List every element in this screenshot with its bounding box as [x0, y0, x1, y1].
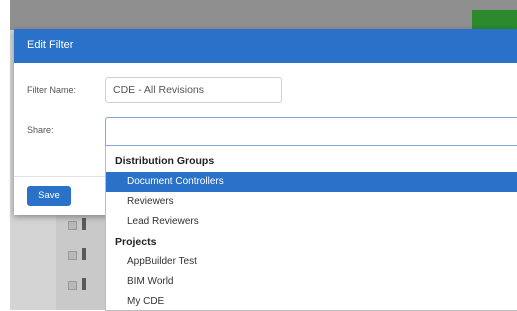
checkbox-icon	[68, 281, 77, 290]
option-label: My CDE	[127, 296, 165, 307]
modal-title: Edit Filter	[27, 39, 74, 51]
group-label-projects: Projects	[115, 236, 157, 248]
filter-name-label: Filter Name:	[27, 85, 77, 95]
share-label: Share:	[27, 125, 54, 135]
option-label: AppBuilder Test	[127, 256, 197, 267]
checkbox-icon	[68, 251, 77, 260]
option-bim-world[interactable]: BIM World	[106, 272, 517, 292]
flag-icon	[82, 248, 86, 260]
checkbox-icon	[68, 221, 77, 230]
modal-header: Edit Filter	[14, 29, 517, 63]
option-reviewers[interactable]: Reviewers	[106, 192, 517, 212]
background-table-row	[60, 275, 100, 295]
option-appbuilder-test[interactable]: AppBuilder Test	[106, 252, 517, 272]
background-green-button	[472, 10, 517, 30]
option-label: Reviewers	[127, 196, 174, 207]
filter-name-input[interactable]: CDE - All Revisions	[105, 77, 282, 103]
flag-icon	[82, 278, 86, 290]
flag-icon	[82, 218, 86, 230]
option-my-cde[interactable]: My CDE	[106, 292, 517, 310]
option-label: Lead Reviewers	[127, 216, 199, 227]
option-label: Document Controllers	[127, 176, 224, 187]
option-lead-reviewers[interactable]: Lead Reviewers	[106, 212, 517, 232]
background-table-row	[60, 215, 100, 235]
background-table-row	[60, 245, 100, 265]
filter-name-value: CDE - All Revisions	[113, 84, 205, 96]
option-label: BIM World	[127, 276, 174, 287]
share-input[interactable]	[105, 117, 517, 146]
group-label-distribution-groups: Distribution Groups	[115, 155, 215, 167]
share-dropdown: Distribution Groups Document Controllers…	[105, 146, 517, 311]
background-top-bar	[10, 0, 517, 30]
option-document-controllers[interactable]: Document Controllers	[106, 172, 517, 192]
save-button[interactable]: Save	[27, 186, 71, 206]
